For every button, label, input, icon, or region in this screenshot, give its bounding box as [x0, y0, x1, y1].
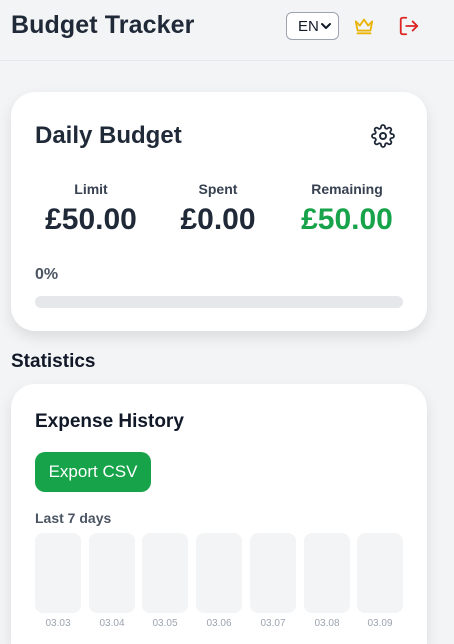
- day-label: 03.03: [45, 618, 71, 629]
- spent-stat: Spent £0.00: [153, 181, 283, 237]
- spent-label: Spent: [198, 181, 238, 197]
- budget-settings-button[interactable]: [371, 124, 395, 148]
- day-label: 03.05: [152, 618, 178, 629]
- day-bar-slot: [142, 533, 188, 613]
- day-bar-slot: [357, 533, 403, 613]
- logout-icon: [399, 16, 419, 36]
- day-label: 03.06: [206, 618, 232, 629]
- remaining-label: Remaining: [311, 181, 383, 197]
- day-label: 03.09: [367, 618, 393, 629]
- export-csv-button[interactable]: Export CSV: [35, 452, 151, 492]
- gear-icon: [371, 124, 395, 148]
- budget-progress-bar: [35, 296, 403, 308]
- day-bar-slot: [196, 533, 242, 613]
- day-label: 03.07: [260, 618, 286, 629]
- statistics-heading: Statistics: [11, 351, 96, 372]
- limit-stat: Limit £50.00: [26, 181, 156, 237]
- day-label: 03.04: [99, 618, 125, 629]
- budget-progress-percent: 0%: [35, 266, 59, 283]
- crown-icon: [354, 18, 374, 35]
- language-select-value: EN: [298, 17, 319, 35]
- day-bar-slot: [35, 533, 81, 613]
- limit-label: Limit: [74, 181, 108, 197]
- premium-button[interactable]: [353, 15, 375, 37]
- range-label: Last 7 days: [35, 510, 112, 526]
- day-bar-slot: [304, 533, 350, 613]
- top-bar: Budget Tracker EN: [0, 0, 454, 61]
- day-bar-slot: [250, 533, 296, 613]
- spent-value: £0.00: [180, 203, 256, 236]
- remaining-stat: Remaining £50.00: [282, 181, 412, 237]
- expense-history-title: Expense History: [35, 411, 184, 432]
- expense-history-card: Expense History Export CSV Last 7 days 0…: [11, 384, 427, 644]
- app-title: Budget Tracker: [11, 11, 195, 39]
- daily-budget-card: Daily Budget Limit £50.00 Spent £0.00 Re…: [11, 92, 427, 331]
- logout-button[interactable]: [398, 15, 420, 37]
- remaining-value: £50.00: [301, 203, 393, 236]
- chevron-down-icon: [321, 23, 331, 29]
- day-bar-slot: [89, 533, 135, 613]
- daily-budget-title: Daily Budget: [35, 122, 182, 149]
- limit-value: £50.00: [45, 203, 137, 236]
- language-select[interactable]: EN: [286, 12, 339, 40]
- day-label: 03.08: [314, 618, 340, 629]
